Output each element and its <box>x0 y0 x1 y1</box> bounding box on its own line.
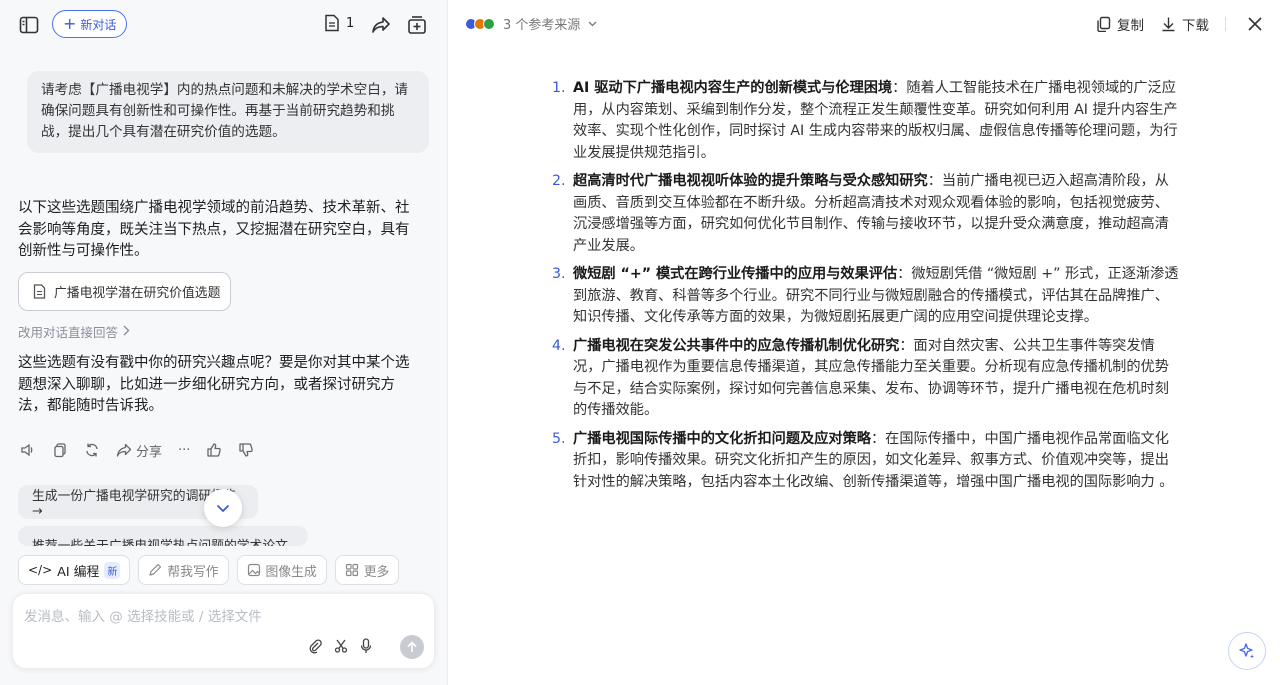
switch-link-label: 改用对话直接回答 <box>18 325 119 340</box>
list-item-title: 超高清时代广播电视视听体验的提升策略与受众感知研究 <box>573 173 928 189</box>
new-chat-button[interactable]: + 新对话 <box>52 10 128 38</box>
message-actions: 分享 ··· <box>20 440 270 460</box>
more-skills-button[interactable]: 更多 <box>334 555 400 585</box>
document-count: 1 <box>346 15 355 31</box>
share-icon <box>116 443 132 457</box>
topic-list: 1. AI 驱动下广播电视内容生产的创新模式与伦理困境：随着人工智能技术在广播电… <box>552 78 1182 500</box>
image-generation-button[interactable]: 图像生成 <box>236 555 327 585</box>
microphone-icon[interactable] <box>360 638 372 654</box>
share-icon[interactable] <box>370 14 392 36</box>
list-item: 4. 广播电视在突发公共事件中的应急传播机制优化研究：面对自然灾害、公共卫生事件… <box>552 336 1182 422</box>
more-skills-label: 更多 <box>363 564 390 580</box>
more-actions-button[interactable]: ··· <box>178 443 190 458</box>
list-item-separator: ： <box>899 337 914 354</box>
add-to-collection-icon[interactable] <box>406 14 428 36</box>
answer-outro: 这些选题有没有戳中你的研究兴趣点呢？要是你对其中某个选题想深入聊聊，比如进一步细… <box>18 355 410 414</box>
sources-label: 3 个参考来源 <box>503 18 581 33</box>
list-item-title: 微短剧 “+” 模式在跨行业传播中的应用与效果评估 <box>573 266 898 282</box>
document-icon <box>325 14 339 32</box>
chevron-down-icon <box>216 504 230 512</box>
switch-to-chat-answer-link[interactable]: 改用对话直接回答 <box>18 322 130 341</box>
toolbar-divider <box>1225 17 1226 31</box>
regenerate-icon[interactable] <box>84 442 100 458</box>
document-icon <box>33 284 46 299</box>
list-item-title: 广播电视在突发公共事件中的应急传播机制优化研究 <box>573 337 900 354</box>
image-generation-label: 图像生成 <box>265 564 317 580</box>
plus-icon: + <box>63 14 77 33</box>
writing-label: 帮我写作 <box>167 564 219 580</box>
arrow-up-icon <box>407 641 417 652</box>
message-composer[interactable]: 发消息、输入 @ 选择技能或 / 选择文件 <box>12 593 435 669</box>
sources-button[interactable]: 3 个参考来源 <box>465 14 597 33</box>
share-label: 分享 <box>136 444 163 460</box>
document-card-title: 广播电视学潜在研究价值选题 <box>54 286 221 301</box>
list-item: 2. 超高清时代广播电视视听体验的提升策略与受众感知研究：当前广播电视已迈入超高… <box>552 171 1182 257</box>
chat-pane: + 新对话 1 请考虑【广播电视学】内的热点问题和未解决的学术空白，请确保问题具… <box>0 0 448 685</box>
list-item-separator: ： <box>897 266 912 282</box>
list-item-separator: ： <box>892 80 907 96</box>
list-item-number: 3. <box>552 266 566 282</box>
sidebar-toggle-icon[interactable] <box>18 14 40 36</box>
attach-icon[interactable] <box>308 638 322 654</box>
source-favicons <box>465 17 495 30</box>
list-item-body: 微短剧 “+” 模式在跨行业传播中的应用与效果评估：微短剧凭借 “微短剧 +” … <box>573 264 1182 329</box>
new-chat-label: 新对话 <box>80 17 117 32</box>
document-card[interactable]: 广播电视学潜在研究价值选题 <box>18 272 231 311</box>
list-item-separator: ： <box>927 173 942 189</box>
user-message: 请考虑【广播电视学】内的热点问题和未解决的学术空白，请确保问题具有创新性和可操作… <box>27 71 429 153</box>
image-icon <box>247 563 260 577</box>
scissors-icon[interactable] <box>334 638 348 654</box>
share-button[interactable]: 分享 <box>116 441 162 460</box>
list-item-number: 2. <box>552 173 566 189</box>
list-item-title: 广播电视国际传播中的文化折扣问题及应对策略 <box>573 430 871 447</box>
grid-icon <box>345 563 358 577</box>
read-aloud-icon[interactable] <box>20 442 36 458</box>
list-item-body: 广播电视在突发公共事件中的应急传播机制优化研究：面对自然灾害、公共卫生事件等突发… <box>573 336 1182 422</box>
code-icon: </> <box>28 563 53 577</box>
source-favicon-icon <box>483 17 495 30</box>
thumbs-down-icon[interactable] <box>238 442 254 458</box>
ai-coding-label: AI 编程 <box>57 564 100 580</box>
list-item: 1. AI 驱动下广播电视内容生产的创新模式与伦理困境：随着人工智能技术在广播电… <box>552 78 1182 164</box>
copy-label: 复制 <box>1117 18 1144 34</box>
list-item-body: AI 驱动下广播电视内容生产的创新模式与伦理困境：随着人工智能技术在广播电视领域… <box>573 78 1182 164</box>
new-badge: 新 <box>104 561 121 579</box>
list-item: 3. 微短剧 “+” 模式在跨行业传播中的应用与效果评估：微短剧凭借 “微短剧 … <box>552 264 1182 329</box>
download-label: 下载 <box>1182 18 1209 34</box>
download-icon <box>1162 17 1175 32</box>
list-item-number: 5. <box>552 430 566 447</box>
download-button[interactable]: 下载 <box>1161 14 1209 34</box>
copy-icon[interactable] <box>52 442 68 458</box>
pen-icon <box>149 563 162 576</box>
list-item: 5. 广播电视国际传播中的文化折扣问题及应对策略：在国际传播中，中国广播电视作品… <box>552 429 1182 494</box>
chat-topbar: + 新对话 1 <box>0 8 448 40</box>
documents-button[interactable]: 1 <box>324 14 354 32</box>
send-button[interactable] <box>400 635 424 659</box>
ai-coding-button[interactable]: </> AI 编程 新 <box>18 555 131 585</box>
skills-bar: </> AI 编程 新 帮我写作 图像生成 更多 <box>18 555 400 585</box>
copy-icon <box>1097 16 1111 32</box>
list-item-body: 广播电视国际传播中的文化折扣问题及应对策略：在国际传播中，中国广播电视作品常面临… <box>573 429 1182 494</box>
sparkle-icon <box>1239 643 1254 659</box>
list-item-separator: ： <box>870 430 886 447</box>
suggestion-chip[interactable]: 推荐一些关于广播电视学热点问题的学术论文 → <box>18 526 308 546</box>
list-item-number: 4. <box>552 337 566 354</box>
composer-placeholder[interactable]: 发消息、输入 @ 选择技能或 / 选择文件 <box>24 605 262 625</box>
list-item-number: 1. <box>552 80 566 96</box>
document-panel: 3 个参考来源 复制 下载 1. AI 驱动下广播电视内容生产的创新模式与伦理困… <box>449 0 1280 685</box>
answer-intro: 以下这些选题围绕广播电视学领域的前沿趋势、技术革新、社会影响等角度，既关注当下热… <box>18 200 410 259</box>
thumbs-up-icon[interactable] <box>206 442 222 458</box>
chevron-right-icon <box>122 324 130 339</box>
scroll-to-bottom-button[interactable] <box>204 489 242 527</box>
close-icon[interactable] <box>1245 14 1265 34</box>
chevron-down-icon <box>588 16 597 31</box>
ai-assistant-button[interactable] <box>1228 632 1266 670</box>
list-item-title: AI 驱动下广播电视内容生产的创新模式与伦理困境 <box>573 80 893 96</box>
list-item-body: 超高清时代广播电视视听体验的提升策略与受众感知研究：当前广播电视已迈入超高清阶段… <box>573 171 1182 257</box>
copy-button[interactable]: 复制 <box>1096 14 1144 34</box>
writing-button[interactable]: 帮我写作 <box>138 555 229 585</box>
composer-tools <box>308 638 372 654</box>
